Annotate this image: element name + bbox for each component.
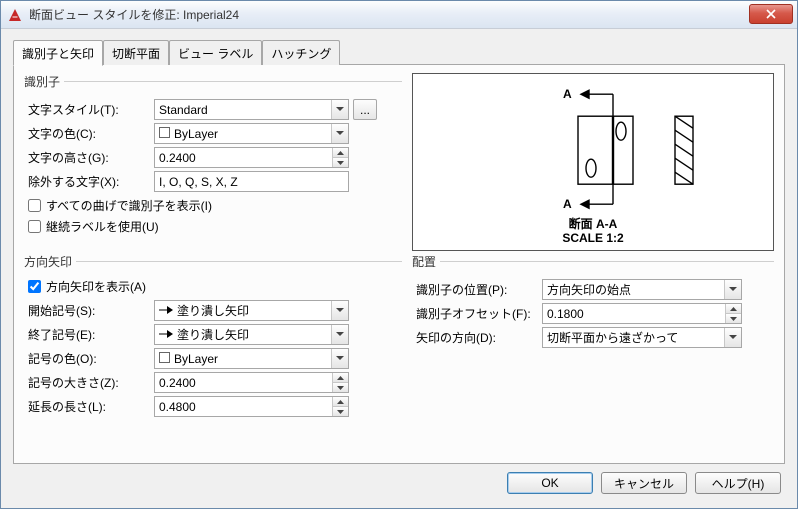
symbol-color-label: 記号の色(O): <box>24 350 154 367</box>
extension-length-label: 延長の長さ(L): <box>24 398 154 415</box>
preview-label-a-top: A <box>563 87 572 101</box>
start-symbol-dropdown[interactable]: 塗り潰し矢印 <box>154 300 349 321</box>
close-button[interactable] <box>749 4 793 24</box>
swatch-icon <box>159 127 170 138</box>
ok-button[interactable]: OK <box>507 472 593 494</box>
preview-label-a-bot: A <box>563 197 572 211</box>
id-position-label: 識別子の位置(P): <box>412 281 542 298</box>
arrow-direction-label: 矢印の方向(D): <box>412 329 542 346</box>
text-style-dropdown[interactable]: Standard <box>154 99 349 120</box>
filled-arrow-icon <box>159 329 173 339</box>
text-height-spinner[interactable]: 0.2400 <box>154 147 349 168</box>
chevron-down-icon <box>331 124 348 143</box>
spin-up-icon[interactable] <box>333 397 348 407</box>
symbol-size-spinner[interactable]: 0.2400 <box>154 372 349 393</box>
content-area: 識別子と矢印 切断平面 ビュー ラベル ハッチング 識別子 文字スタイル(T):… <box>1 29 797 508</box>
exclude-chars-input[interactable] <box>154 171 349 192</box>
text-style-label: 文字スタイル(T): <box>24 101 154 118</box>
direction-arrows-group: 方向矢印 方向矢印を表示(A) 開始記号(S): 塗り潰し矢印 終了記号(E):… <box>24 253 402 424</box>
dialog-title: 断面ビュー スタイルを修正: Imperial24 <box>29 6 749 23</box>
spin-up-icon[interactable] <box>333 373 348 383</box>
extension-length-spinner[interactable]: 0.4800 <box>154 396 349 417</box>
use-continuation-label-checkbox[interactable]: 継続ラベルを使用(U) <box>24 216 402 237</box>
titlebar: 断面ビュー スタイルを修正: Imperial24 <box>1 1 797 29</box>
tab-panel: 識別子 文字スタイル(T): Standard ... <box>13 64 785 464</box>
text-color-label: 文字の色(C): <box>24 125 154 142</box>
tab-cutting-plane[interactable]: 切断平面 <box>103 40 169 65</box>
tab-identifier-arrows[interactable]: 識別子と矢印 <box>13 40 103 66</box>
text-color-dropdown[interactable]: ByLayer <box>154 123 349 144</box>
tab-bar: 識別子と矢印 切断平面 ビュー ラベル ハッチング <box>13 39 785 64</box>
start-symbol-label: 開始記号(S): <box>24 302 154 319</box>
id-offset-label: 識別子オフセット(F): <box>412 305 542 322</box>
identifier-group: 識別子 文字スタイル(T): Standard ... <box>24 73 402 241</box>
preview-caption-1: 断面 A-A <box>562 218 623 232</box>
tab-hatching[interactable]: ハッチング <box>262 40 340 65</box>
preview-caption-2: SCALE 1:2 <box>562 232 623 246</box>
chevron-down-icon <box>331 100 348 119</box>
swatch-icon <box>159 352 170 363</box>
end-symbol-label: 終了記号(E): <box>24 326 154 343</box>
placement-group: 配置 識別子の位置(P): 方向矢印の始点 識別子オフセット(F): 0.180… <box>412 253 774 355</box>
arrow-direction-dropdown[interactable]: 切断平面から遠ざかって <box>542 327 742 348</box>
chevron-down-icon <box>331 325 348 344</box>
help-button[interactable]: ヘルプ(H) <box>695 472 781 494</box>
spin-down-icon[interactable] <box>333 383 348 392</box>
chevron-down-icon <box>724 328 741 347</box>
show-at-bends-checkbox[interactable]: すべての曲げで識別子を表示(I) <box>24 195 402 216</box>
text-style-more-button[interactable]: ... <box>353 99 377 120</box>
symbol-color-dropdown[interactable]: ByLayer <box>154 348 349 369</box>
chevron-down-icon <box>331 349 348 368</box>
exclude-chars-label: 除外する文字(X): <box>24 173 154 190</box>
placement-legend: 配置 <box>412 253 440 270</box>
tab-view-label[interactable]: ビュー ラベル <box>169 40 262 65</box>
text-height-label: 文字の高さ(G): <box>24 149 154 166</box>
show-direction-arrows-checkbox[interactable]: 方向矢印を表示(A) <box>24 276 402 297</box>
dialog-window: 断面ビュー スタイルを修正: Imperial24 識別子と矢印 切断平面 ビュ… <box>0 0 798 509</box>
spin-up-icon[interactable] <box>726 304 741 314</box>
chevron-down-icon <box>724 280 741 299</box>
identifier-legend: 識別子 <box>24 73 64 90</box>
direction-arrows-legend: 方向矢印 <box>24 253 76 270</box>
id-position-dropdown[interactable]: 方向矢印の始点 <box>542 279 742 300</box>
app-icon <box>7 7 23 23</box>
id-offset-spinner[interactable]: 0.1800 <box>542 303 742 324</box>
preview-pane: A <box>412 73 774 251</box>
chevron-down-icon <box>331 301 348 320</box>
filled-arrow-icon <box>159 305 173 315</box>
spin-down-icon[interactable] <box>726 314 741 323</box>
spin-down-icon[interactable] <box>333 407 348 416</box>
spin-down-icon[interactable] <box>333 158 348 167</box>
end-symbol-dropdown[interactable]: 塗り潰し矢印 <box>154 324 349 345</box>
symbol-size-label: 記号の大きさ(Z): <box>24 374 154 391</box>
dialog-button-row: OK キャンセル ヘルプ(H) <box>13 464 785 502</box>
cancel-button[interactable]: キャンセル <box>601 472 687 494</box>
spin-up-icon[interactable] <box>333 148 348 158</box>
